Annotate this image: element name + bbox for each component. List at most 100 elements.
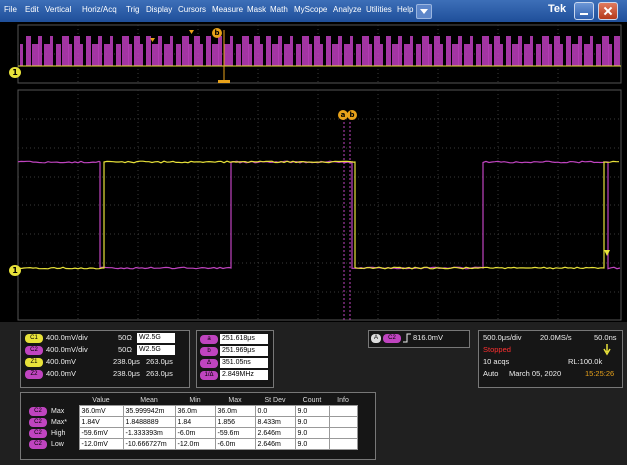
ch2-badge[interactable]: C2 (25, 346, 43, 355)
record-length: RL:100.0k (568, 357, 602, 366)
measurement-row[interactable]: C2 Max 36.0mV 35.999942m 36.0m 36.0m 0.0… (27, 406, 357, 417)
menu-measure[interactable]: Measure (212, 5, 243, 14)
trigger-arrow-icon (603, 344, 611, 356)
measurement-info (329, 428, 357, 439)
measurement-value: -12.0mV (79, 439, 123, 450)
zoom2-badge[interactable]: Z2 (25, 370, 43, 379)
menu-dropdown-icon[interactable] (416, 4, 432, 19)
menu-utilities[interactable]: Utilities (366, 5, 392, 14)
cursor-b-value: 251.969μs (220, 346, 268, 356)
main-grid (18, 90, 621, 320)
cursor-freq-badge: 1/Δ (200, 371, 218, 380)
zoom2-scale: 400.0mV (46, 369, 76, 378)
header-info: Info (329, 395, 357, 406)
menu-help[interactable]: Help (397, 5, 413, 14)
ch1-scale: 400.0mV/div (46, 333, 88, 342)
menu-edit[interactable]: Edit (25, 5, 39, 14)
minimize-button[interactable] (574, 2, 594, 20)
measurement-count: 9.0 (295, 428, 329, 439)
sample-rate: 20.0MS/s (540, 333, 572, 342)
timebase: 500.0μs/div (483, 333, 522, 342)
menu-file[interactable]: File (4, 5, 17, 14)
measurement-channel-cell: C2 (27, 428, 49, 439)
waveform-display[interactable]: 1 1 a b b (0, 22, 627, 322)
close-button[interactable] (598, 2, 618, 20)
menu-vertical[interactable]: Vertical (45, 5, 71, 14)
measurement-max: 36.0m (215, 406, 255, 417)
measurement-channel-badge: C2 (29, 440, 47, 449)
zoom1-badge[interactable]: Z1 (25, 358, 43, 367)
ch1-bandwidth-value: 2.5G (146, 334, 161, 341)
menu-trig[interactable]: Trig (126, 5, 139, 14)
measurement-value: -59.6mV (79, 428, 123, 439)
cursor-b-handle[interactable]: b (347, 110, 357, 120)
measurement-count: 9.0 (295, 439, 329, 450)
measurement-label-header (49, 395, 79, 406)
ch2-bandwidth: W2.5G (137, 345, 175, 355)
measurement-min: 36.0m (175, 406, 215, 417)
menu-horiz-acq[interactable]: Horiz/Acq (82, 5, 117, 14)
resolution: 50.0ns (594, 333, 617, 342)
menu-cursors[interactable]: Cursors (178, 5, 206, 14)
cursor-freq-value: 2.849MHz (220, 370, 268, 380)
measurement-channel-badge: C2 (29, 418, 47, 427)
zoom2-time2: 263.0μs (146, 369, 173, 378)
acq-count: 10 acqs (483, 357, 509, 366)
zoom2-time: 238.0μs (113, 369, 140, 378)
cursor-delta-value: 351.05ns (220, 358, 268, 368)
measurement-badge-header (27, 395, 49, 406)
measurement-label: High (49, 428, 79, 439)
measurement-channel-badge: C2 (29, 429, 47, 438)
measurement-stdev: 0.0 (255, 406, 295, 417)
measurement-mean: -1.333393m (123, 428, 175, 439)
measurement-stdev: 2.646m (255, 428, 295, 439)
acq-mode: Auto (483, 369, 498, 378)
header-count: Count (295, 395, 329, 406)
measurement-mean: -10.666727m (123, 439, 175, 450)
measurement-channel-cell: C2 (27, 417, 49, 428)
rising-edge-icon (403, 333, 411, 343)
menu-display[interactable]: Display (146, 5, 172, 14)
ch1-impedance: 50Ω (118, 333, 132, 342)
menu-bar: File Edit Vertical Horiz/Acq Trig Displa… (0, 0, 627, 22)
bandwidth-icon: W (139, 334, 146, 341)
measurement-mean: 35.999942m (123, 406, 175, 417)
bus-marker[interactable]: b (212, 28, 222, 38)
measurement-row[interactable]: C2 Max* 1.84V 1.8488889 1.84 1.856 8.433… (27, 417, 357, 428)
trigger-level-icon (604, 250, 610, 256)
cursor-delta-badge: Δ (200, 359, 218, 368)
cursor-a-value: 251.618μs (220, 334, 268, 344)
measurement-value: 1.84V (79, 417, 123, 428)
measurement-row[interactable]: C2 High -59.6mV -1.333393m -6.0m -59.6m … (27, 428, 357, 439)
acq-state: Stopped (483, 345, 511, 354)
menu-myscope[interactable]: MyScope (294, 5, 327, 14)
measurement-row[interactable]: C2 Low -12.0mV -10.666727m -12.0m -6.0m … (27, 439, 357, 450)
measurement-label: Max* (49, 417, 79, 428)
menu-analyze[interactable]: Analyze (333, 5, 361, 14)
cursor-a-badge: a (200, 335, 218, 344)
zoom1-time2: 263.0μs (146, 357, 173, 366)
measurement-max: 1.856 (215, 417, 255, 428)
ch1-badge[interactable]: C1 (25, 334, 43, 343)
header-mean: Mean (123, 395, 175, 406)
zoom1-scale: 400.0mV (46, 357, 76, 366)
measurement-min: -12.0m (175, 439, 215, 450)
measurement-table: Value Mean Min Max St Dev Count Info C2 … (27, 395, 358, 450)
measurement-min: 1.84 (175, 417, 215, 428)
ch1-offset-marker[interactable]: 1 (9, 265, 21, 276)
ch2-impedance: 50Ω (118, 345, 132, 354)
measurement-label: Low (49, 439, 79, 450)
trigger-source-badge: A (371, 334, 381, 343)
waveform-svg (0, 22, 627, 322)
zoom1-time: 238.0μs (113, 357, 140, 366)
ch1-ground-marker[interactable]: 1 (9, 67, 21, 78)
measurement-channel-badge: C2 (29, 407, 47, 416)
header-stdev: St Dev (255, 395, 295, 406)
menu-math[interactable]: Math (270, 5, 288, 14)
measurement-count: 9.0 (295, 406, 329, 417)
ch2-scale: 400.0mV/div (46, 345, 88, 354)
trigger-level: 816.0mV (413, 333, 443, 342)
menu-mask[interactable]: Mask (247, 5, 266, 14)
cursor-b-badge: b (200, 347, 218, 356)
bus-waveform (18, 36, 621, 66)
